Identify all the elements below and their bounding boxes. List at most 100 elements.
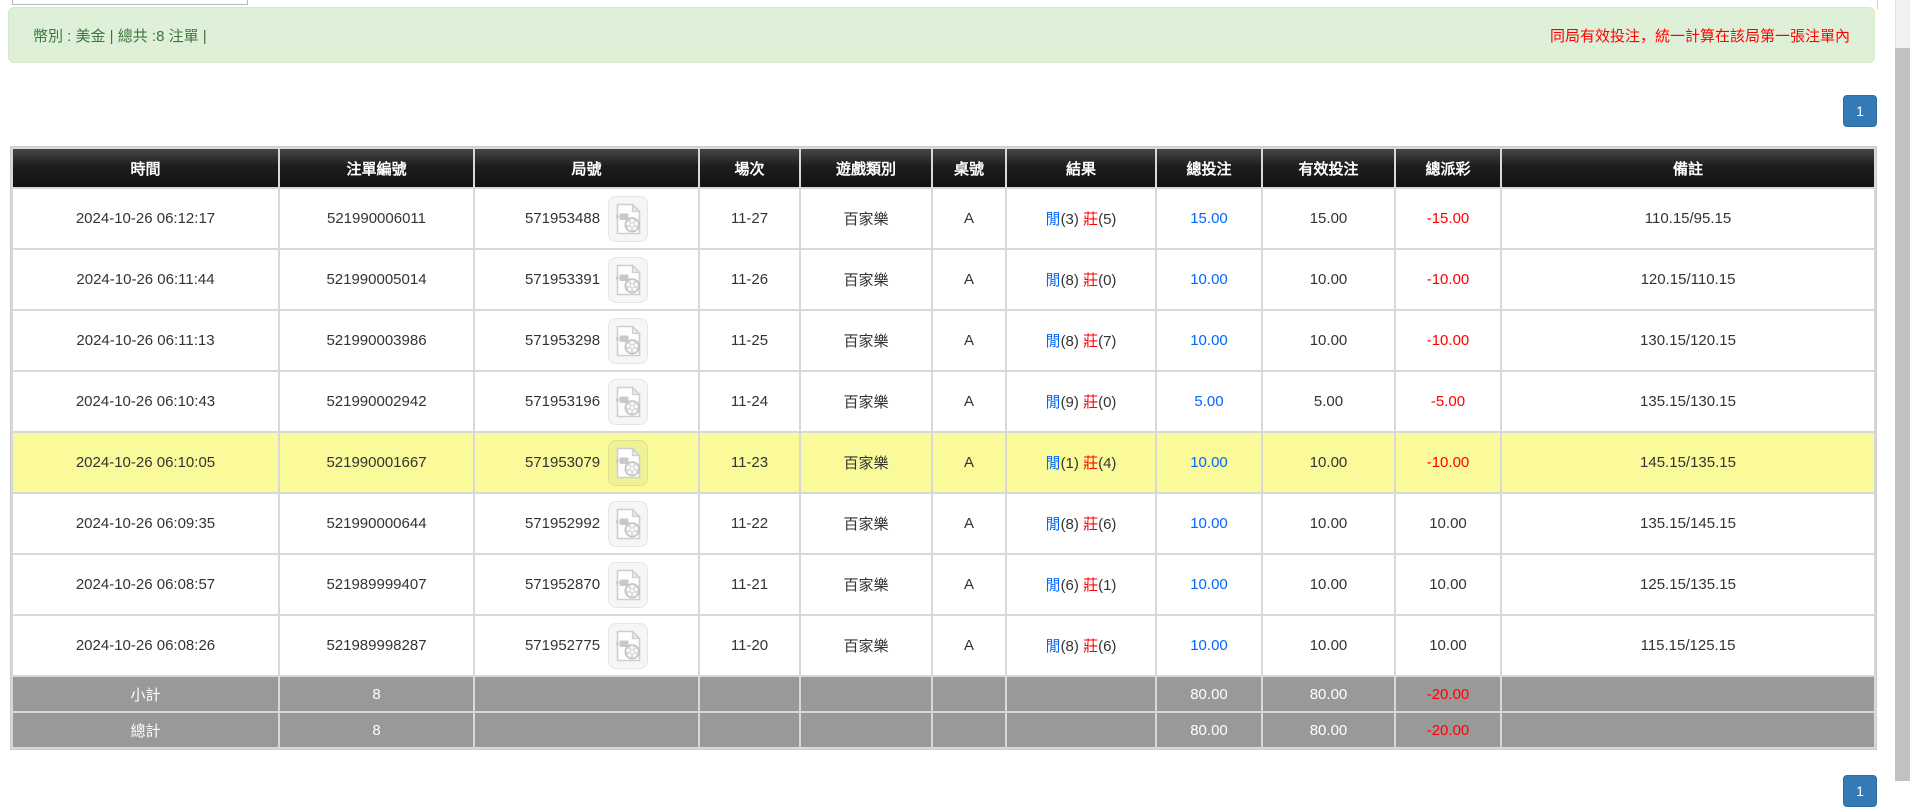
cell-game-type: 百家樂: [801, 555, 931, 614]
cell-table-no: A: [933, 311, 1005, 370]
pagination-page-1-top[interactable]: 1: [1843, 95, 1877, 127]
col-total-bet: 總投注: [1157, 149, 1261, 187]
cell-round: 571952992: [475, 494, 698, 553]
col-time: 時間: [13, 149, 278, 187]
cell-game-type: 百家樂: [801, 616, 931, 675]
result-player-score: (8): [1060, 516, 1079, 533]
video-replay-button[interactable]: [608, 500, 649, 547]
total-row: 總計 8 80.00 80.00 -20.00: [13, 713, 1874, 747]
cell-result: 閒(8) 莊(6): [1007, 616, 1155, 675]
video-file-icon: [615, 629, 642, 662]
total-bet-link[interactable]: 15.00: [1190, 210, 1228, 227]
cell-payout: -10.00: [1396, 250, 1500, 309]
result-banker-label: 莊: [1083, 455, 1099, 472]
subtotal-label: 小計: [13, 677, 278, 711]
result-player-score: (8): [1060, 333, 1079, 350]
cell-session: 11-24: [700, 372, 799, 431]
cell-valid-bet: 10.00: [1263, 250, 1394, 309]
cell-total-bet: 10.00: [1157, 250, 1261, 309]
cell-total-bet: 10.00: [1157, 311, 1261, 370]
result-player-label: 閒: [1045, 211, 1061, 228]
cell-result: 閒(8) 莊(0): [1007, 250, 1155, 309]
total-bet-link[interactable]: 5.00: [1194, 393, 1223, 410]
video-file-icon: [615, 202, 642, 235]
total-bet-link[interactable]: 10.00: [1190, 576, 1228, 593]
cell-bet-id: 521989998287: [280, 616, 473, 675]
cell-session: 11-26: [700, 250, 799, 309]
cell-payout: 10.00: [1396, 555, 1500, 614]
cell-time: 2024-10-26 06:08:26: [13, 616, 278, 675]
cell-time: 2024-10-26 06:08:57: [13, 555, 278, 614]
cell-table-no: A: [933, 494, 1005, 553]
result-banker-label: 莊: [1083, 333, 1099, 350]
bet-records-table-wrap: 時間 注單編號 局號 場次 遊戲類別 桌號 結果 總投注 有效投注 總派彩 備註…: [10, 146, 1877, 750]
video-replay-button[interactable]: [608, 195, 649, 242]
total-label: 總計: [13, 713, 278, 747]
result-banker-score: (0): [1098, 394, 1117, 411]
cell-valid-bet: 10.00: [1263, 616, 1394, 675]
cell-round: 571953196: [475, 372, 698, 431]
cell-payout: -15.00: [1396, 189, 1500, 248]
video-replay-button[interactable]: [608, 317, 649, 364]
cell-remark: 120.15/110.15: [1502, 250, 1874, 309]
result-player-label: 閒: [1045, 638, 1061, 655]
result-banker-score: (4): [1098, 455, 1117, 472]
cell-session: 11-27: [700, 189, 799, 248]
cropped-top-input[interactable]: [12, 0, 248, 5]
round-number: 571953079: [524, 454, 601, 471]
cell-remark: 135.15/145.15: [1502, 494, 1874, 553]
cell-bet-id: 521990003986: [280, 311, 473, 370]
video-replay-button[interactable]: [608, 561, 649, 608]
subtotal-total-bet: 80.00: [1157, 677, 1261, 711]
cell-bet-id: 521990006011: [280, 189, 473, 248]
cell-total-bet: 15.00: [1157, 189, 1261, 248]
video-replay-button[interactable]: [608, 256, 649, 303]
cell-payout: -10.00: [1396, 433, 1500, 492]
total-count: 8: [280, 713, 473, 747]
cell-payout: 10.00: [1396, 494, 1500, 553]
pagination-page-1-bottom[interactable]: 1: [1843, 775, 1877, 807]
cell-remark: 115.15/125.15: [1502, 616, 1874, 675]
col-remark: 備註: [1502, 149, 1874, 187]
cell-result: 閒(1) 莊(4): [1007, 433, 1155, 492]
table-row: 2024-10-26 06:11:44 521990005014 5719533…: [13, 250, 1874, 309]
cell-valid-bet: 5.00: [1263, 372, 1394, 431]
video-file-icon: [615, 263, 642, 296]
cell-table-no: A: [933, 250, 1005, 309]
video-replay-button[interactable]: [608, 439, 649, 486]
scrollbar-thumb[interactable]: [1895, 48, 1910, 781]
cell-result: 閒(8) 莊(7): [1007, 311, 1155, 370]
cell-time: 2024-10-26 06:10:05: [13, 433, 278, 492]
cell-result: 閒(9) 莊(0): [1007, 372, 1155, 431]
total-bet-link[interactable]: 10.00: [1190, 637, 1228, 654]
video-replay-button[interactable]: [608, 378, 649, 425]
video-replay-button[interactable]: [608, 622, 649, 669]
result-banker-score: (6): [1098, 516, 1117, 533]
result-banker-label: 莊: [1083, 272, 1099, 289]
cell-game-type: 百家樂: [801, 250, 931, 309]
cell-game-type: 百家樂: [801, 189, 931, 248]
total-bet-link[interactable]: 10.00: [1190, 332, 1228, 349]
cell-valid-bet: 10.00: [1263, 433, 1394, 492]
cell-game-type: 百家樂: [801, 372, 931, 431]
total-total-bet: 80.00: [1157, 713, 1261, 747]
result-banker-label: 莊: [1083, 577, 1099, 594]
cell-remark: 130.15/120.15: [1502, 311, 1874, 370]
cell-session: 11-23: [700, 433, 799, 492]
cell-time: 2024-10-26 06:10:43: [13, 372, 278, 431]
currency-banner: 幣別 : 美金 | 總共 :8 注單 | 同局有效投注，統一計算在該局第一張注單…: [8, 7, 1875, 63]
col-round: 局號: [475, 149, 698, 187]
total-bet-link[interactable]: 10.00: [1190, 454, 1228, 471]
cell-remark: 145.15/135.15: [1502, 433, 1874, 492]
result-player-label: 閒: [1045, 394, 1061, 411]
col-session: 場次: [700, 149, 799, 187]
total-bet-link[interactable]: 10.00: [1190, 515, 1228, 532]
total-bet-link[interactable]: 10.00: [1190, 271, 1228, 288]
cell-table-no: A: [933, 616, 1005, 675]
result-player-score: (8): [1060, 272, 1079, 289]
table-row: 2024-10-26 06:11:13 521990003986 5719532…: [13, 311, 1874, 370]
cell-round: 571953079: [475, 433, 698, 492]
bet-records-table: 時間 注單編號 局號 場次 遊戲類別 桌號 結果 總投注 有效投注 總派彩 備註…: [10, 146, 1877, 750]
total-valid-bet: 80.00: [1263, 713, 1394, 747]
result-player-score: (8): [1060, 638, 1079, 655]
